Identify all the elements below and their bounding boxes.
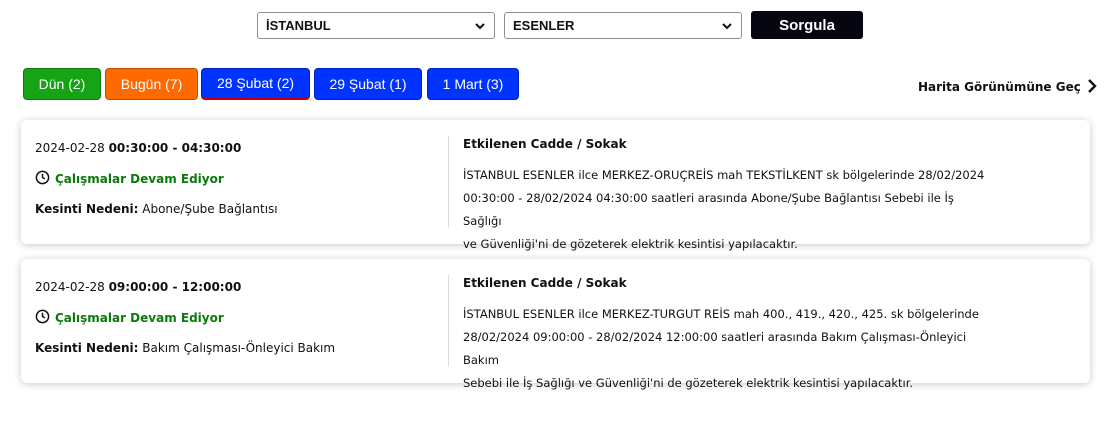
affected-line: ve Güvenliği'ni de gözeterek elektrik ke… [463,237,798,251]
outage-affected: Etkilenen Cadde / Sokak İSTANBUL ESENLER… [463,259,1003,390]
tab-feb-29[interactable]: 29 Şubat (1) [314,68,422,100]
outage-date: 2024-02-28 [35,280,105,294]
query-button[interactable]: Sorgula [751,11,863,39]
chevron-down-icon [721,20,733,32]
city-select[interactable]: İSTANBUL [257,12,495,39]
tab-yesterday[interactable]: Dün (2) [23,68,101,100]
affected-description: İSTANBUL ESENLER ilce MERKEZ-ORUÇREİS ma… [463,164,993,256]
district-select[interactable]: ESENLER [504,12,742,39]
outage-time: 2024-02-28 09:00:00 - 12:00:00 [35,280,241,294]
card-divider [448,275,449,367]
chevron-right-icon [1087,78,1097,96]
outage-affected: Etkilenen Cadde / Sokak İSTANBUL ESENLER… [463,120,1003,251]
clock-icon [35,309,50,327]
outage-time: 2024-02-28 00:30:00 - 04:30:00 [35,141,241,155]
tab-today[interactable]: Bugün (7) [105,68,198,100]
outage-status-label: Çalışmalar Devam Ediyor [55,172,224,186]
outage-card: 2024-02-28 00:30:00 - 04:30:00 Çalışmala… [21,120,1090,251]
outage-reason-value: Bakım Çalışması-Önleyici Bakım [142,341,336,355]
affected-line: İSTANBUL ESENLER ilce MERKEZ-ORUÇREİS ma… [463,168,985,182]
affected-description: İSTANBUL ESENLER ilce MERKEZ-TURGUT REİS… [463,303,993,395]
clock-icon [35,170,50,188]
affected-line: 28/02/2024 09:00:00 - 28/02/2024 12:00:0… [463,330,967,367]
tab-feb-28[interactable]: 28 Şubat (2) [201,68,310,100]
outage-reason: Kesinti Nedeni: Bakım Çalışması-Önleyici… [35,341,335,355]
outage-status: Çalışmalar Devam Ediyor [35,309,224,327]
chevron-down-icon [474,20,486,32]
tab-mar-1[interactable]: 1 Mart (3) [427,68,519,100]
outage-date: 2024-02-28 [35,141,105,155]
map-view-link-label: Harita Görünümüne Geç [918,80,1081,94]
outage-reason-label: Kesinti Nedeni: [35,341,139,355]
affected-line: İSTANBUL ESENLER ilce MERKEZ-TURGUT REİS… [463,307,979,321]
district-select-value: ESENLER [513,18,575,33]
affected-line: 00:30:00 - 28/02/2024 04:30:00 saatleri … [463,191,954,228]
outage-status-label: Çalışmalar Devam Ediyor [55,311,224,325]
outage-reason: Kesinti Nedeni: Abone/Şube Bağlantısı [35,202,278,216]
outage-status: Çalışmalar Devam Ediyor [35,170,224,188]
outage-reason-value: Abone/Şube Bağlantısı [142,202,278,216]
outage-time-range: 09:00:00 - 12:00:00 [108,280,242,294]
city-select-value: İSTANBUL [266,18,331,33]
affected-title: Etkilenen Cadde / Sokak [463,276,627,290]
affected-line: Sebebi ile İş Sağlığı ve Güvenliği'ni de… [463,376,914,390]
outage-card: 2024-02-28 09:00:00 - 12:00:00 Çalışmala… [21,259,1090,390]
outage-time-range: 00:30:00 - 04:30:00 [108,141,242,155]
outage-reason-label: Kesinti Nedeni: [35,202,139,216]
map-view-link[interactable]: Harita Görünümüne Geç [918,78,1097,96]
outage-summary: 2024-02-28 09:00:00 - 12:00:00 Çalışmala… [35,259,445,383]
outage-summary: 2024-02-28 00:30:00 - 04:30:00 Çalışmala… [35,120,445,244]
card-divider [448,136,449,228]
affected-title: Etkilenen Cadde / Sokak [463,137,627,151]
